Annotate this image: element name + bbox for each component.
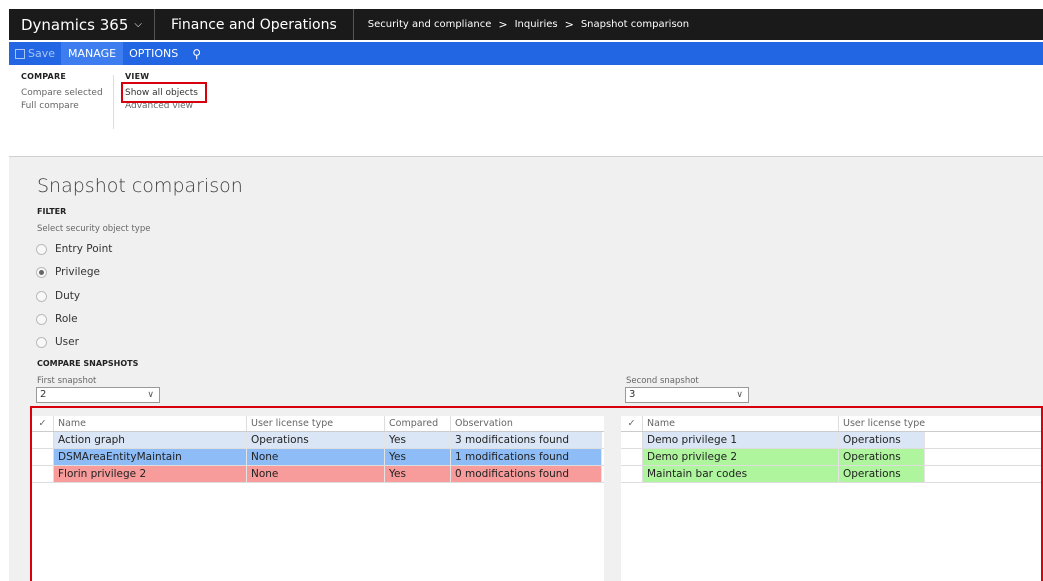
compare-selected-button[interactable]: Compare selected: [21, 87, 103, 100]
radio-user[interactable]: User: [36, 336, 79, 348]
breadcrumb-item-current: Snapshot comparison: [580, 19, 690, 30]
radio-privilege[interactable]: Privilege: [36, 266, 100, 278]
radio-button[interactable]: [36, 243, 47, 255]
full-compare-button[interactable]: Full compare: [21, 100, 103, 113]
radio-duty[interactable]: Duty: [36, 290, 80, 302]
ribbon: COMPARE Compare selected Full compare VI…: [9, 65, 1043, 157]
chevron-down-icon[interactable]: ∨: [736, 388, 743, 402]
save-button[interactable]: Save: [9, 42, 61, 65]
radio-label: Role: [55, 313, 78, 325]
breadcrumb-item-security[interactable]: Security and compliance: [368, 19, 492, 30]
radio-label: Duty: [55, 290, 81, 302]
save-icon: [15, 48, 25, 59]
chevron-right-icon: >: [498, 18, 508, 31]
radio-role[interactable]: Role: [36, 313, 78, 325]
search-icon[interactable]: ⚲: [184, 42, 209, 65]
second-snapshot-value: 3: [629, 389, 636, 400]
breadcrumb: Security and compliance > Inquiries > Sn…: [354, 18, 689, 31]
module-name[interactable]: Finance and Operations: [155, 9, 354, 40]
radio-entry-point[interactable]: Entry Point: [36, 243, 112, 255]
compare-group: COMPARE Compare selected Full compare: [21, 72, 103, 113]
second-snapshot-select[interactable]: 3 ∨: [625, 387, 749, 403]
radio-button-selected[interactable]: [36, 266, 47, 278]
view-group-title: VIEW: [125, 72, 150, 81]
radio-label: Privilege: [55, 266, 101, 278]
chevron-down-icon[interactable]: ∨: [147, 388, 154, 402]
chevron-down-icon: ⌵: [134, 19, 142, 30]
radio-label: User: [55, 336, 79, 348]
object-type-label: Select security object type: [37, 224, 151, 234]
compare-snapshots-title: COMPARE SNAPSHOTS: [37, 359, 139, 368]
radio-button[interactable]: [36, 336, 47, 348]
radio-button[interactable]: [36, 313, 47, 325]
tab-manage[interactable]: MANAGE: [61, 42, 124, 65]
first-snapshot-select[interactable]: 2 ∨: [36, 387, 160, 403]
radio-label: Entry Point: [55, 243, 113, 255]
action-pane: Save MANAGE OPTIONS ⚲: [9, 42, 1043, 65]
radio-button[interactable]: [36, 290, 47, 302]
annotation-highlight: [30, 406, 1043, 581]
app-name: Dynamics 365: [21, 15, 129, 34]
first-snapshot-label: First snapshot: [37, 376, 97, 386]
first-snapshot-value: 2: [40, 389, 47, 400]
chevron-right-icon: >: [564, 18, 574, 31]
tab-options[interactable]: OPTIONS: [123, 42, 184, 65]
save-label: Save: [28, 47, 56, 60]
breadcrumb-item-inquiries[interactable]: Inquiries: [515, 19, 558, 30]
compare-group-title: COMPARE: [21, 72, 66, 81]
annotation-highlight: [121, 82, 207, 103]
second-snapshot-label: Second snapshot: [626, 376, 699, 386]
ribbon-divider: [113, 75, 114, 129]
top-nav-bar: Dynamics 365 ⌵ Finance and Operations Se…: [9, 9, 1043, 40]
page-title: Snapshot comparison: [37, 175, 243, 197]
filter-section-title: FILTER: [37, 207, 67, 216]
app-switcher[interactable]: Dynamics 365 ⌵: [9, 9, 155, 40]
